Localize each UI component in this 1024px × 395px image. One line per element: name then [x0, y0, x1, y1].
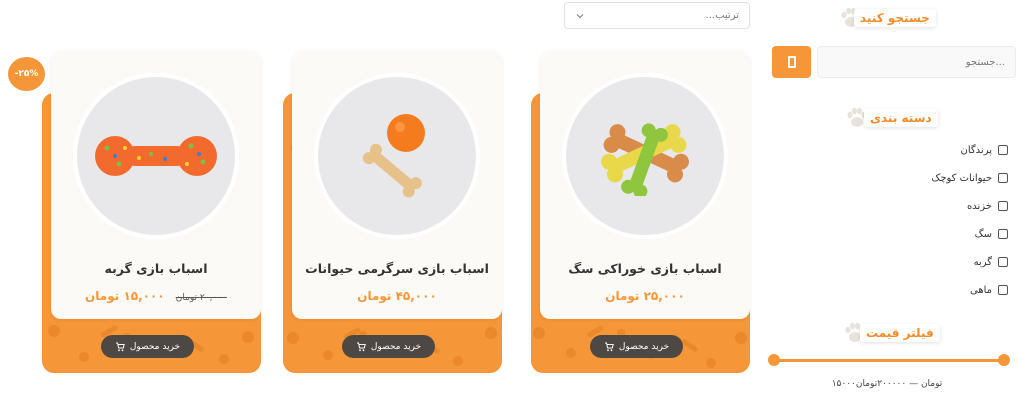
dog-chew-bones-image: [601, 123, 689, 196]
category-item[interactable]: ماهی: [888, 276, 1008, 304]
category-checkbox[interactable]: [998, 145, 1008, 155]
category-checkbox[interactable]: [998, 173, 1008, 183]
category-item[interactable]: گربه: [888, 248, 1008, 276]
category-item[interactable]: حیوانات کوچک: [888, 164, 1008, 192]
category-checkbox[interactable]: [998, 229, 1008, 239]
search-input[interactable]: [817, 46, 1016, 78]
category-label: گربه: [973, 256, 992, 268]
category-list: پرندگان حیوانات کوچک خزنده سگ گربه ماهی: [888, 136, 1008, 304]
buy-button-label: خرید محصول: [618, 341, 670, 352]
discount-badge: -۲۵%: [8, 57, 45, 91]
buy-product-button[interactable]: خرید محصول: [101, 335, 194, 358]
category-item[interactable]: سگ: [888, 220, 1008, 248]
cart-icon: [356, 342, 366, 351]
sort-select[interactable]: ترتیب...: [564, 2, 750, 29]
card-inner: اسباب بازی گربه ۲۰,۰۰۰ تومان ۱۵,۰۰۰ توما…: [51, 51, 261, 319]
category-heading: دسته بندی: [844, 103, 938, 133]
sort-select-value: ترتیب...: [705, 10, 739, 21]
product-name[interactable]: اسباب بازی خوراکی سگ: [540, 261, 750, 276]
category-checkbox[interactable]: [998, 201, 1008, 211]
category-label: سگ: [974, 228, 992, 240]
price-slider-track[interactable]: [772, 359, 1006, 362]
product-price-row: ۲۵,۰۰۰ تومان: [540, 285, 750, 304]
product-card[interactable]: اسباب بازی سرگرمی حیوانات ۴۵,۰۰۰ تومان خ…: [283, 51, 502, 373]
price-slider-max-handle[interactable]: [998, 354, 1010, 366]
sidebar: جستجو کنید دسته بندی پرندگان حیوانات کوچ…: [762, 0, 1024, 395]
buy-product-button[interactable]: خرید محصول: [342, 335, 435, 358]
category-label: ماهی: [969, 284, 992, 296]
cart-icon: [115, 342, 125, 351]
product-card[interactable]: اسباب بازی خوراکی سگ ۲۵,۰۰۰ تومان خرید م…: [531, 51, 750, 373]
card-inner: اسباب بازی سرگرمی حیوانات ۴۵,۰۰۰ تومان: [292, 51, 502, 319]
product-card[interactable]: اسباب بازی گربه ۲۰,۰۰۰ تومان ۱۵,۰۰۰ توما…: [42, 51, 261, 373]
buy-button-label: خرید محصول: [129, 341, 181, 352]
rubber-dumbbell-image: [95, 136, 217, 176]
search-heading: جستجو کنید: [838, 3, 936, 33]
price-filter-heading: فیلتر قیمت: [842, 318, 940, 348]
category-label: پرندگان: [960, 144, 992, 156]
product-price: ۲۵,۰۰۰ تومان: [605, 289, 685, 303]
product-image[interactable]: [562, 73, 728, 239]
product-old-price: ۲۰,۰۰۰ تومان: [175, 293, 227, 303]
category-checkbox[interactable]: [998, 285, 1008, 295]
cart-icon: [604, 342, 614, 351]
price-range-text: ۱۵۰۰۰تومان — ۲۰۰۰۰۰تومان: [831, 379, 943, 389]
product-price-row: ۴۵,۰۰۰ تومان: [292, 285, 502, 304]
category-item[interactable]: پرندگان: [888, 136, 1008, 164]
product-image[interactable]: [314, 73, 480, 239]
card-inner: اسباب بازی خوراکی سگ ۲۵,۰۰۰ تومان: [540, 51, 750, 319]
chevron-down-icon: [576, 13, 584, 18]
buy-button-label: خرید محصول: [370, 341, 422, 352]
product-price-row: ۲۰,۰۰۰ تومان ۱۵,۰۰۰ تومان: [51, 285, 261, 304]
product-image[interactable]: [73, 73, 239, 239]
product-price: ۱۵,۰۰۰ تومان: [85, 289, 165, 303]
product-name[interactable]: اسباب بازی گربه: [51, 261, 261, 276]
product-price: ۴۵,۰۰۰ تومان: [357, 289, 437, 303]
category-checkbox[interactable]: [998, 257, 1008, 267]
category-label: حیوانات کوچک: [931, 172, 992, 184]
search-button-icon: [787, 56, 796, 68]
category-item[interactable]: خزنده: [888, 192, 1008, 220]
price-slider-min-handle[interactable]: [768, 354, 780, 366]
product-name[interactable]: اسباب بازی سرگرمی حیوانات: [292, 261, 502, 276]
buy-product-button[interactable]: خرید محصول: [590, 335, 683, 358]
ball-and-bone-image: [362, 114, 425, 198]
search-button[interactable]: [772, 46, 811, 78]
category-label: خزنده: [967, 200, 992, 212]
